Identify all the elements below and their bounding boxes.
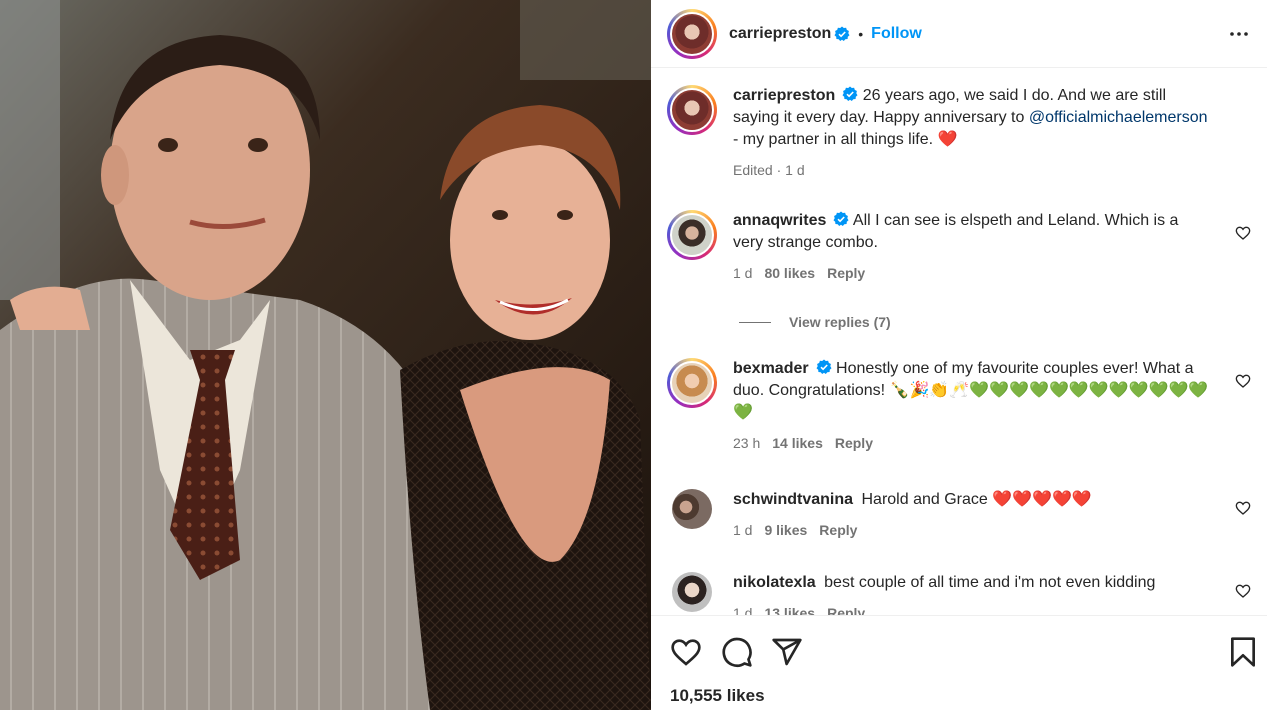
comment-item: schwindtvanina Harold and Grace ❤️❤️❤️❤️…	[667, 489, 1251, 541]
caption-username[interactable]: carriepreston	[733, 87, 835, 104]
post-panel: carriepreston • Follow carriepreston 26 …	[651, 0, 1267, 710]
comment-item: annaqwrites All I can see is elspeth and…	[667, 210, 1251, 284]
comment-time: 23 h	[733, 435, 761, 451]
view-replies-label: View replies (7)	[789, 314, 891, 330]
comment-time: 1 d	[733, 265, 753, 281]
red-heart-emoji: ❤️	[937, 131, 958, 148]
comment-likes[interactable]: 80 likes	[764, 262, 815, 284]
comment-time: 1 d	[733, 522, 753, 538]
caption: carriepreston 26 years ago, we said I do…	[667, 85, 1251, 181]
comment-text: Harold and Grace	[861, 491, 988, 508]
commenter-avatar[interactable]	[667, 210, 717, 260]
bookmark-icon[interactable]	[1227, 636, 1259, 668]
commenter-avatar[interactable]	[667, 358, 717, 408]
replies-divider	[739, 321, 771, 323]
commenter-username[interactable]: schwindtvanina	[733, 491, 853, 508]
commenter-avatar[interactable]	[672, 572, 712, 612]
more-icon[interactable]	[1227, 22, 1251, 46]
commenter-username[interactable]: nikolatexla	[733, 574, 816, 591]
comment-item: nikolatexla best couple of all time and …	[667, 572, 1251, 615]
caption-avatar[interactable]	[667, 85, 717, 135]
comment-item: bexmader Honestly one of my favourite co…	[667, 358, 1251, 454]
post-header: carriepreston • Follow	[651, 0, 1267, 68]
caption-text-after: - my partner in all things life.	[733, 131, 938, 148]
verified-icon	[816, 359, 832, 374]
likes-count[interactable]: 10,555 likes	[670, 686, 765, 706]
caption-edited: Edited · 1 d	[733, 162, 805, 178]
comments-list[interactable]: carriepreston 26 years ago, we said I do…	[651, 69, 1267, 615]
share-icon[interactable]	[771, 636, 803, 668]
comment-like-icon[interactable]	[1235, 373, 1251, 389]
separator-dot: •	[858, 25, 864, 42]
follow-button[interactable]: Follow	[871, 25, 922, 43]
verified-icon	[833, 211, 849, 226]
comment-text: best couple of all time and i'm not even…	[824, 574, 1156, 591]
heart-icon[interactable]	[670, 636, 702, 668]
caption-mention[interactable]: @officialmichaelemerson	[1029, 109, 1208, 126]
comment-like-icon[interactable]	[1235, 225, 1251, 241]
view-replies-button[interactable]: View replies (7)	[739, 314, 891, 330]
post-photo[interactable]	[0, 0, 651, 710]
emoji-row: ❤️❤️❤️❤️❤️	[992, 491, 1092, 508]
reply-button[interactable]: Reply	[827, 262, 865, 284]
commenter-avatar[interactable]	[672, 489, 712, 529]
action-bar: 10,555 likes	[651, 615, 1267, 710]
couple-photo	[0, 0, 651, 710]
commenter-username[interactable]: annaqwrites	[733, 212, 826, 229]
verified-icon	[842, 86, 858, 101]
commenter-username[interactable]: bexmader	[733, 360, 809, 377]
comment-like-icon[interactable]	[1235, 500, 1251, 516]
author-username[interactable]: carriepreston	[729, 25, 831, 43]
comment-time: 1 d	[733, 605, 753, 615]
reply-button[interactable]: Reply	[819, 519, 857, 541]
verified-icon	[834, 26, 850, 41]
comment-icon[interactable]	[721, 636, 753, 668]
reply-button[interactable]: Reply	[827, 602, 865, 615]
comment-like-icon[interactable]	[1235, 583, 1251, 599]
comment-likes[interactable]: 14 likes	[772, 432, 823, 454]
author-avatar[interactable]	[667, 8, 717, 59]
comment-likes[interactable]: 9 likes	[764, 519, 807, 541]
reply-button[interactable]: Reply	[835, 432, 873, 454]
comment-likes[interactable]: 13 likes	[764, 602, 815, 615]
